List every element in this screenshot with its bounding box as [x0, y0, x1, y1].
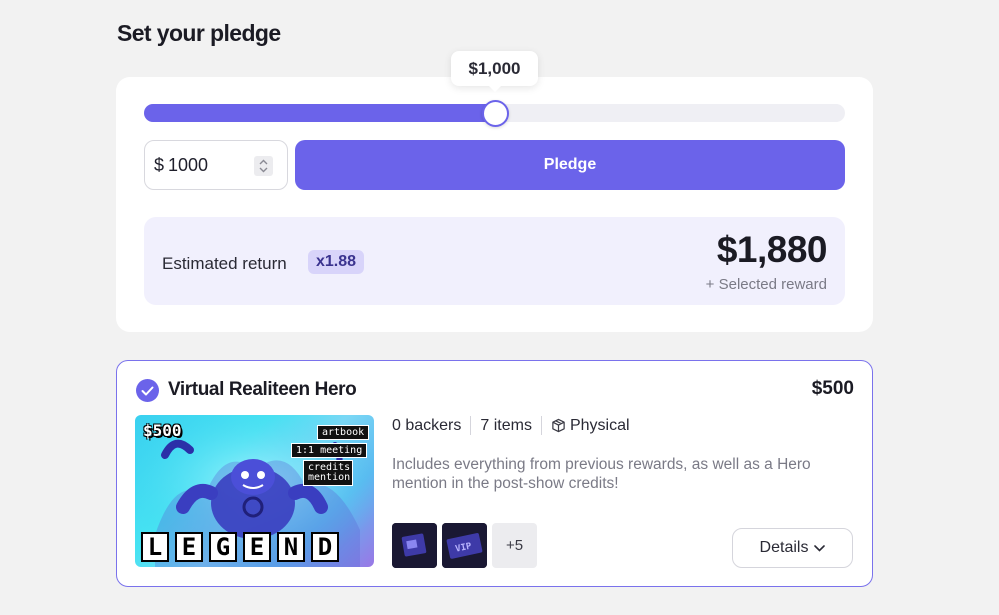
divider	[470, 416, 472, 435]
pledge-slider[interactable]	[144, 100, 845, 127]
chevron-down-icon	[814, 544, 826, 552]
estimated-return-amount: $1,880	[716, 229, 828, 270]
details-button[interactable]: Details	[732, 528, 853, 568]
item-thumb-gift-card[interactable]	[392, 523, 437, 568]
reward-price: $500	[811, 378, 854, 399]
reward-type: Physical	[569, 416, 630, 434]
divider	[540, 416, 542, 435]
amount-input[interactable]: $ 1000	[144, 140, 288, 190]
multiplier-badge: x1.88	[308, 250, 365, 274]
selected-reward-note: + Selected reward	[705, 276, 827, 293]
image-banner: L E G E N D	[141, 532, 339, 562]
item-thumb-vip[interactable]: VIP	[442, 523, 487, 568]
currency-symbol: $	[154, 154, 165, 175]
amount-stepper[interactable]	[254, 156, 273, 176]
gift-card-icon	[392, 523, 437, 568]
slider-thumb[interactable]	[481, 100, 509, 127]
image-tag-credits: credits mention	[303, 460, 353, 486]
box-icon	[551, 418, 566, 433]
more-items-badge[interactable]: +5	[492, 523, 537, 568]
check-icon[interactable]	[136, 379, 159, 402]
image-tag-artbook: artbook	[317, 425, 370, 440]
backers-count: 0 backers	[392, 416, 462, 434]
banner-letter: G	[209, 532, 237, 562]
page-title: Set your pledge	[117, 20, 281, 46]
slider-fill	[144, 104, 495, 122]
chevron-down-icon[interactable]	[259, 167, 268, 173]
reward-meta-row: 0 backers 7 items Physical	[392, 416, 630, 435]
details-label: Details	[759, 539, 809, 556]
reward-image: $500 artbook 1:1 meeting credits mention…	[135, 415, 374, 567]
pledge-button[interactable]: Pledge	[295, 140, 845, 190]
banner-letter: N	[277, 532, 305, 562]
vip-ticket-icon: VIP	[442, 523, 487, 568]
chevron-up-icon[interactable]	[259, 159, 268, 165]
image-price-tag: $500	[143, 421, 182, 440]
banner-letter: E	[243, 532, 271, 562]
banner-letter: E	[175, 532, 203, 562]
estimated-return-panel: Estimated return x1.88 $1,880 + Selected…	[144, 217, 845, 305]
estimated-return-label: Estimated return	[162, 254, 287, 273]
reward-title: Virtual Realiteen Hero	[168, 379, 357, 400]
items-count: 7 items	[480, 416, 532, 434]
slider-tooltip: $1,000	[451, 51, 538, 92]
reward-description: Includes everything from previous reward…	[392, 456, 811, 492]
image-tag-meeting: 1:1 meeting	[291, 443, 368, 458]
banner-letter: L	[141, 532, 169, 562]
banner-letter: D	[311, 532, 339, 562]
reward-card[interactable]: Virtual Realiteen Hero $500 $500 artbook…	[116, 360, 873, 587]
